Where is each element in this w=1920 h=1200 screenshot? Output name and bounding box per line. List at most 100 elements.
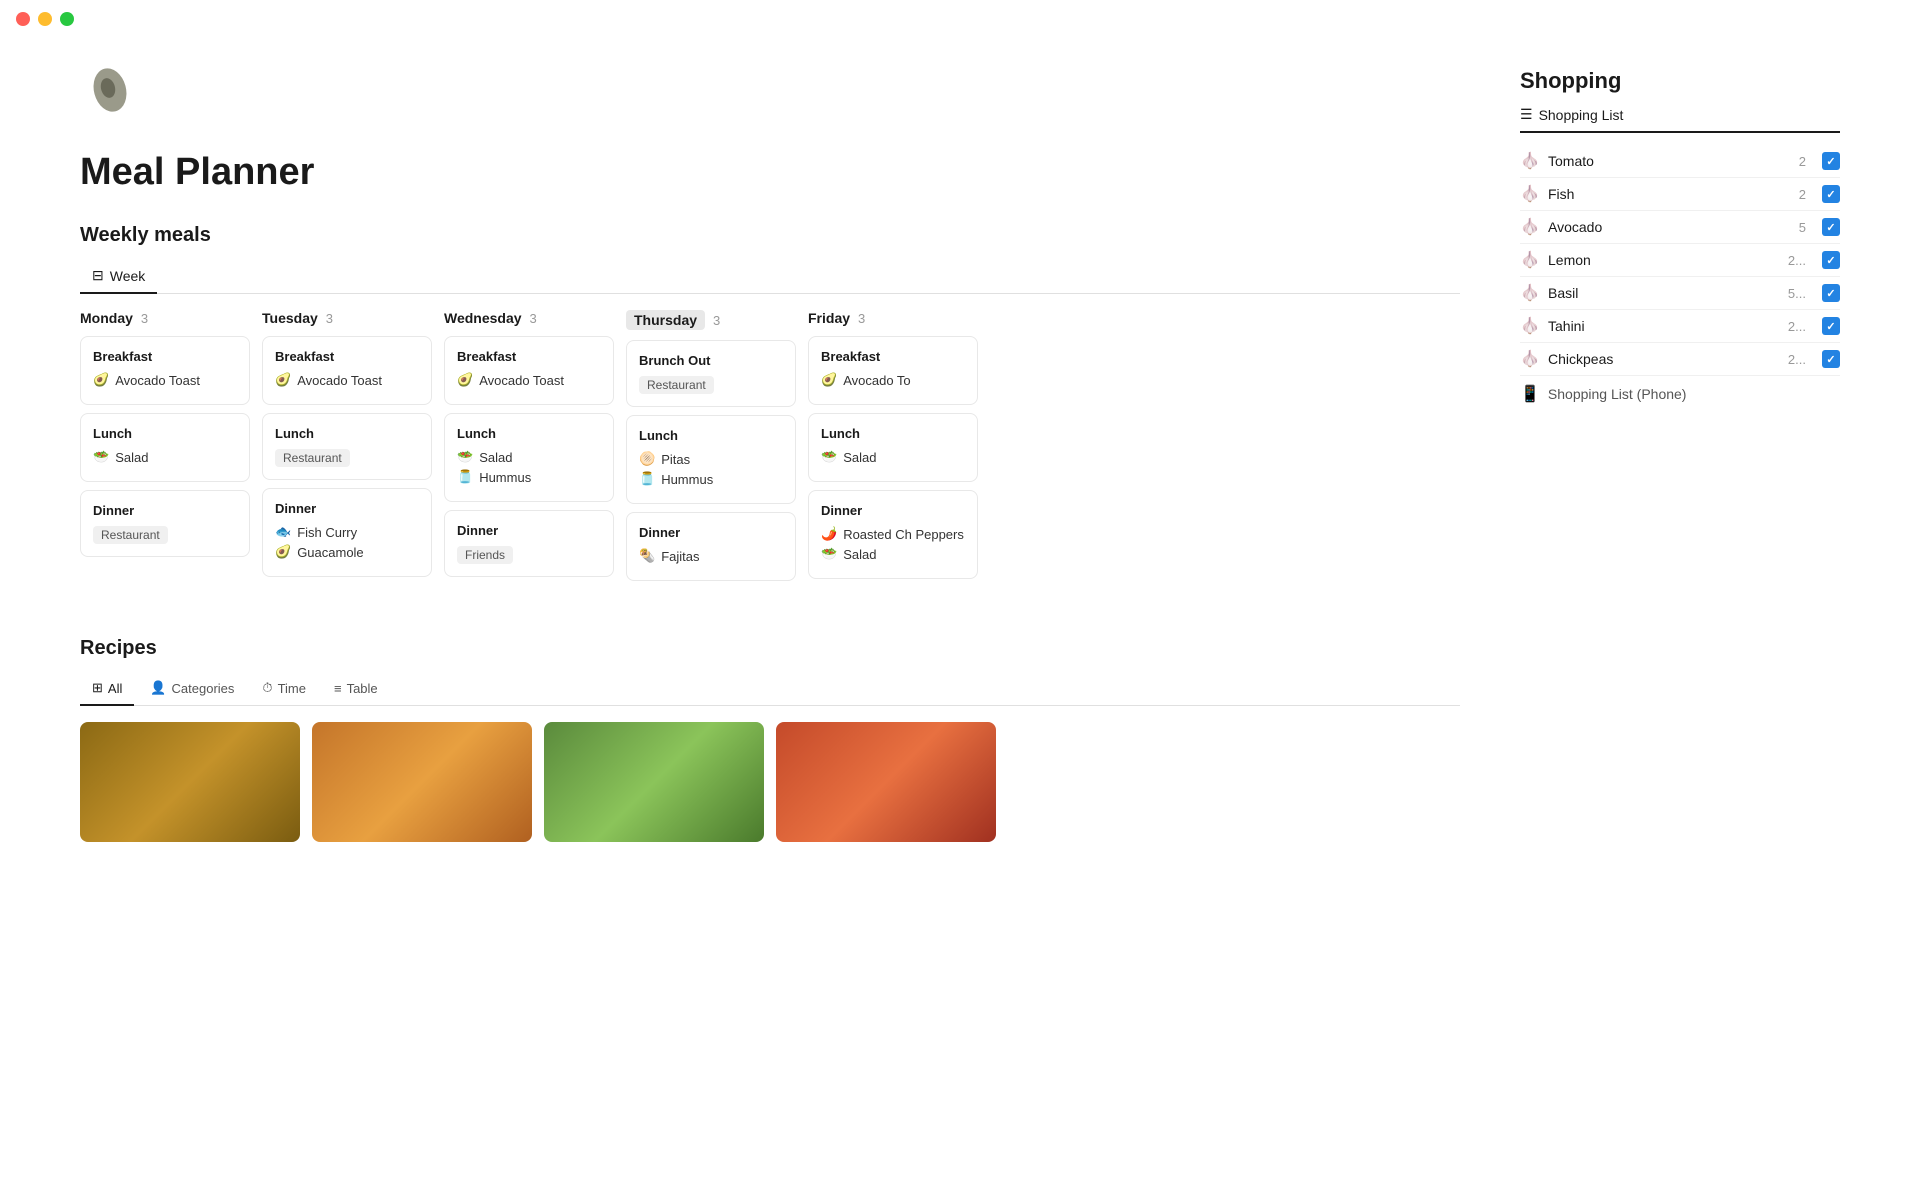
chickpeas-checkbox[interactable] <box>1822 350 1840 368</box>
salad-icon: 🥗 <box>821 546 837 562</box>
shopping-title: Shopping <box>1520 68 1840 94</box>
shopping-item-tahini: 🧄 Tahini 2... <box>1520 310 1840 343</box>
monday-lunch-item1: 🥗 Salad <box>93 449 237 465</box>
shopping-list-label: ☰ Shopping List <box>1520 106 1840 133</box>
shopping-item-chickpeas: 🧄 Chickpeas 2... <box>1520 343 1840 376</box>
fish-qty: 2 <box>1799 187 1806 202</box>
recipe-images <box>80 722 1460 842</box>
chickpeas-qty: 2... <box>1788 352 1806 367</box>
phone-list-item[interactable]: 📱 Shopping List (Phone) <box>1520 376 1840 412</box>
tomato-qty: 2 <box>1799 154 1806 169</box>
wednesday-dinner-tag: Friends <box>457 546 513 564</box>
main-container: Meal Planner Weekly meals ⊟ Week Monday … <box>0 38 1920 842</box>
tuesday-lunch-tag: Restaurant <box>275 449 350 467</box>
avocado-icon: 🥑 <box>93 372 109 388</box>
time-icon: ⏱ <box>262 680 272 696</box>
fish-name: Fish <box>1548 186 1791 202</box>
app-logo <box>80 58 140 118</box>
recipes-tabs: ⊞ All 👤 Categories ⏱ Time ≡ Table <box>80 672 1460 706</box>
friday-breakfast-type: Breakfast <box>821 349 965 364</box>
thursday-lunch-type: Lunch <box>639 428 783 443</box>
thursday-brunch-type: Brunch Out <box>639 353 783 368</box>
day-thursday-header: Thursday 3 <box>626 310 796 330</box>
avocado-icon: 🥑 <box>457 372 473 388</box>
shopping-items-list: 🧄 Tomato 2 🧄 Fish 2 🧄 Avocado 5 🧄 Lemon <box>1520 145 1840 376</box>
tuesday-dinner-item2: 🥑 Guacamole <box>275 544 419 560</box>
tahini-shopping-icon: 🧄 <box>1520 316 1540 336</box>
friday-breakfast-card: Breakfast 🥑 Avocado To <box>808 336 978 405</box>
pepper-icon: 🌶️ <box>821 526 837 542</box>
friday-dinner-card: Dinner 🌶️ Roasted Ch Peppers 🥗 Salad <box>808 490 978 579</box>
tomato-checkbox[interactable] <box>1822 152 1840 170</box>
chickpeas-name: Chickpeas <box>1548 351 1780 367</box>
list-icon: ☰ <box>1520 106 1533 123</box>
maximize-button[interactable] <box>60 12 74 26</box>
day-monday-name: Monday <box>80 310 133 326</box>
avocado-icon: 🥑 <box>821 372 837 388</box>
tab-recipes-table[interactable]: ≡ Table <box>322 672 390 706</box>
monday-breakfast-item1: 🥑 Avocado Toast <box>93 372 237 388</box>
avocado-checkbox[interactable] <box>1822 218 1840 236</box>
day-wednesday: Wednesday 3 Breakfast 🥑 Avocado Toast Lu… <box>444 310 614 589</box>
tab-recipes-time[interactable]: ⏱ Time <box>250 672 318 706</box>
recipes-section: Recipes ⊞ All 👤 Categories ⏱ Time ≡ Tabl… <box>80 637 1460 842</box>
tahini-checkbox[interactable] <box>1822 317 1840 335</box>
minimize-button[interactable] <box>38 12 52 26</box>
shopping-item-avocado: 🧄 Avocado 5 <box>1520 211 1840 244</box>
day-tuesday-header: Tuesday 3 <box>262 310 432 326</box>
page-title: Meal Planner <box>80 151 1460 194</box>
thursday-lunch-item1: 🫓 Pitas <box>639 451 783 467</box>
wednesday-breakfast-card: Breakfast 🥑 Avocado Toast <box>444 336 614 405</box>
lemon-checkbox[interactable] <box>1822 251 1840 269</box>
avocado-shopping-icon: 🧄 <box>1520 217 1540 237</box>
recipe-image-4[interactable] <box>776 722 996 842</box>
recipe-image-3[interactable] <box>544 722 764 842</box>
hummus-icon: 🫙 <box>639 471 655 487</box>
avocado-qty: 5 <box>1799 220 1806 235</box>
wednesday-breakfast-item1: 🥑 Avocado Toast <box>457 372 601 388</box>
shopping-item-lemon: 🧄 Lemon 2... <box>1520 244 1840 277</box>
thursday-dinner-type: Dinner <box>639 525 783 540</box>
fish-icon: 🐟 <box>275 524 291 540</box>
monday-dinner-card: Dinner Restaurant <box>80 490 250 557</box>
left-panel: Meal Planner Weekly meals ⊟ Week Monday … <box>80 38 1460 842</box>
lemon-name: Lemon <box>1548 252 1780 268</box>
close-button[interactable] <box>16 12 30 26</box>
shopping-item-basil: 🧄 Basil 5... <box>1520 277 1840 310</box>
tab-recipes-all[interactable]: ⊞ All <box>80 672 134 706</box>
salad-icon: 🥗 <box>93 449 109 465</box>
salad-icon: 🥗 <box>457 449 473 465</box>
thursday-dinner-card: Dinner 🌯 Fajitas <box>626 512 796 581</box>
fish-checkbox[interactable] <box>1822 185 1840 203</box>
titlebar <box>0 0 1920 38</box>
table-icon: ≡ <box>334 681 342 696</box>
monday-breakfast-type: Breakfast <box>93 349 237 364</box>
recipe-image-1[interactable] <box>80 722 300 842</box>
pitas-icon: 🫓 <box>639 451 655 467</box>
basil-checkbox[interactable] <box>1822 284 1840 302</box>
recipe-image-2[interactable] <box>312 722 532 842</box>
phone-icon: 📱 <box>1520 384 1540 404</box>
tab-recipes-categories[interactable]: 👤 Categories <box>138 672 246 706</box>
monday-lunch-type: Lunch <box>93 426 237 441</box>
monday-dinner-type: Dinner <box>93 503 237 518</box>
tab-week[interactable]: ⊟ Week <box>80 259 157 294</box>
wednesday-lunch-type: Lunch <box>457 426 601 441</box>
day-friday: Friday 3 Breakfast 🥑 Avocado To Lunch <box>808 310 978 589</box>
day-tuesday-name: Tuesday <box>262 310 318 326</box>
friday-dinner-item1: 🌶️ Roasted Ch Peppers <box>821 526 965 542</box>
wednesday-lunch-card: Lunch 🥗 Salad 🫙 Hummus <box>444 413 614 502</box>
day-tuesday-count: 3 <box>326 311 333 326</box>
tuesday-lunch-card: Lunch Restaurant <box>262 413 432 480</box>
day-monday-header: Monday 3 <box>80 310 250 326</box>
phone-list-label: Shopping List (Phone) <box>1548 386 1687 402</box>
tuesday-breakfast-item1: 🥑 Avocado Toast <box>275 372 419 388</box>
fish-shopping-icon: 🧄 <box>1520 184 1540 204</box>
tomato-icon: 🧄 <box>1520 151 1540 171</box>
tuesday-dinner-item1: 🐟 Fish Curry <box>275 524 419 540</box>
basil-name: Basil <box>1548 285 1780 301</box>
recipes-title: Recipes <box>80 637 1460 660</box>
wednesday-dinner-card: Dinner Friends <box>444 510 614 577</box>
weekly-meals-tabs: ⊟ Week <box>80 259 1460 294</box>
day-wednesday-header: Wednesday 3 <box>444 310 614 326</box>
